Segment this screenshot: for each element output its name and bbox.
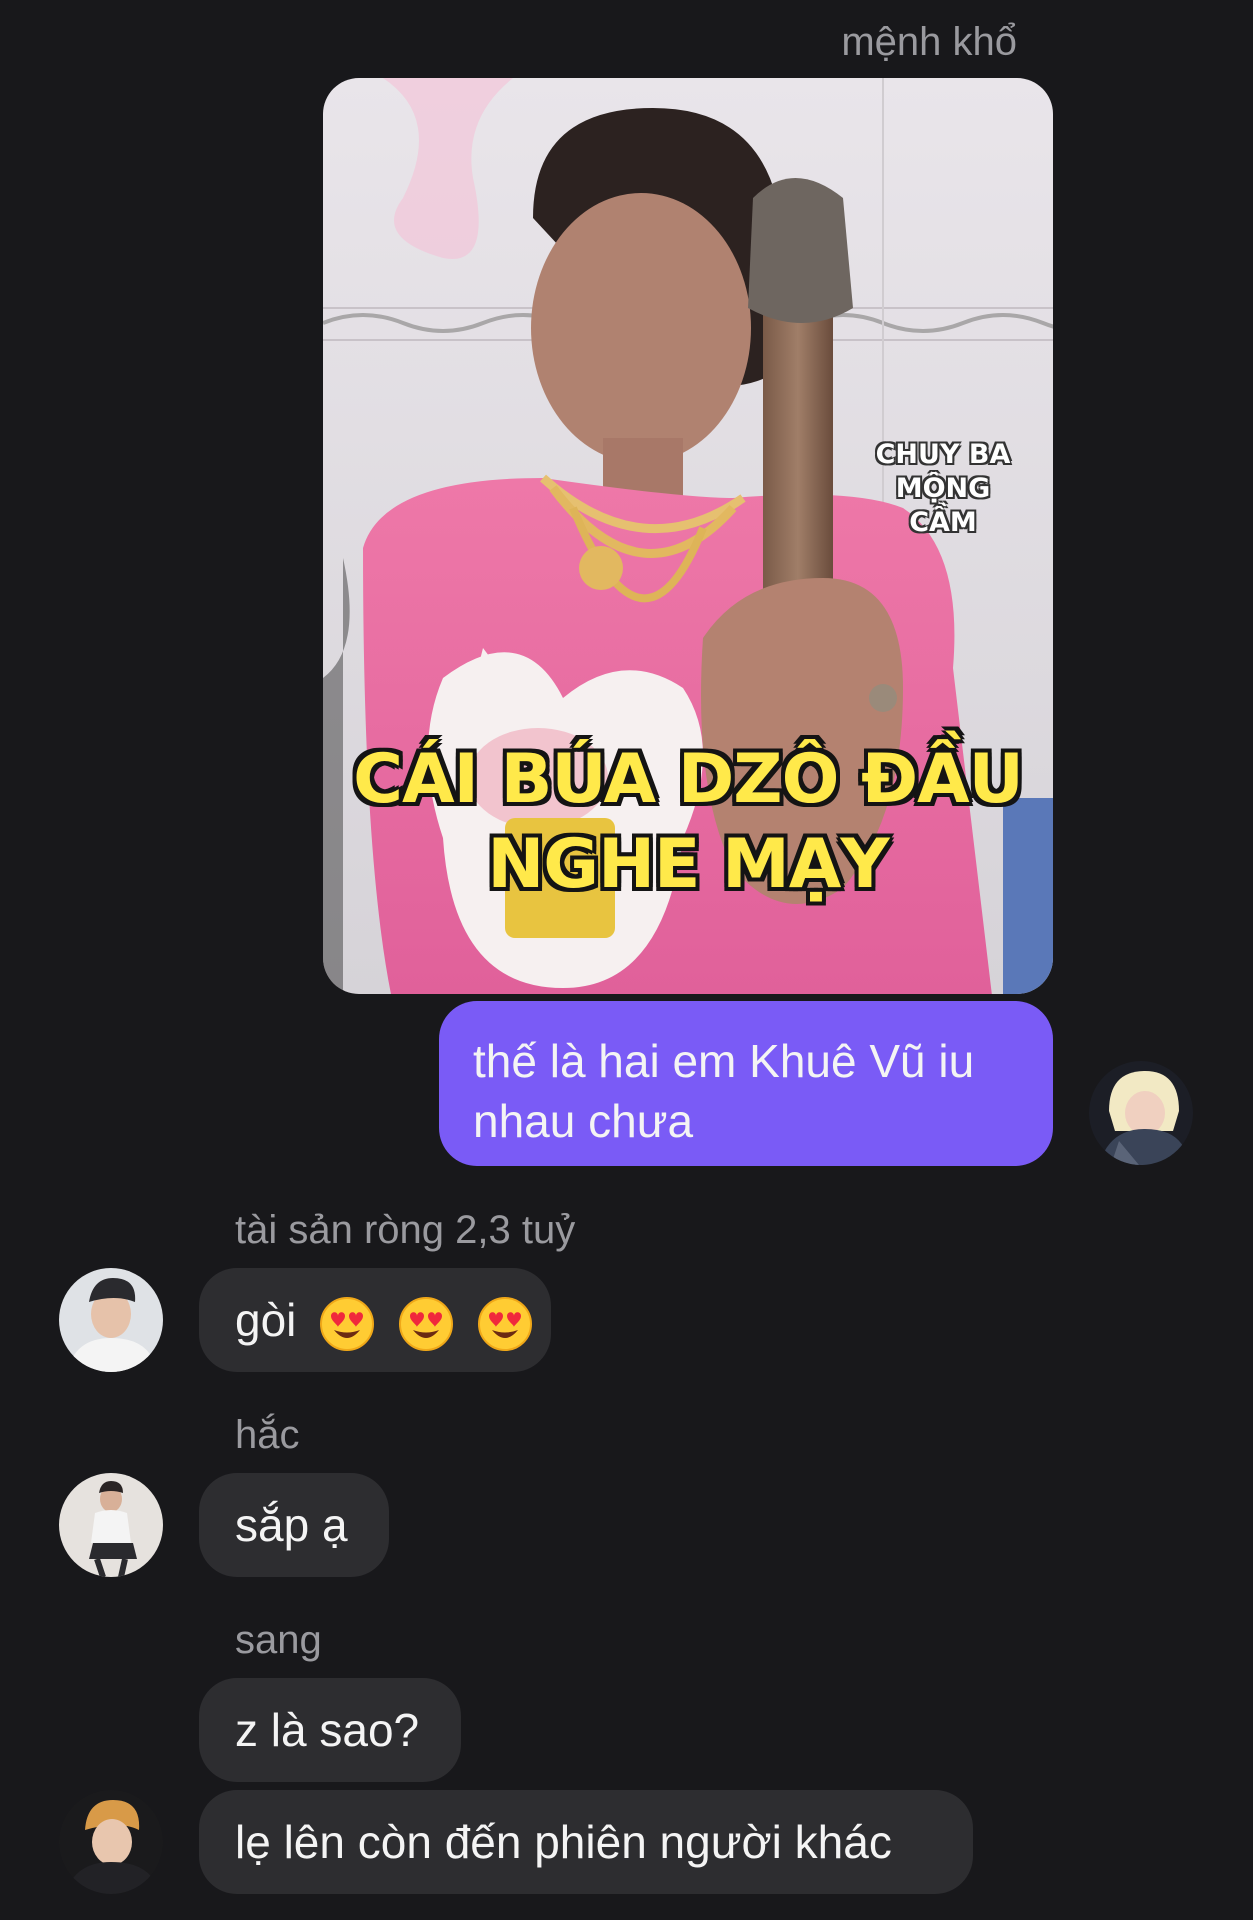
image-caption-line2: NGHE MẠY: [487, 825, 889, 904]
image-caption-line1: CÁI BÚA DZÔ ĐẦU: [353, 740, 1024, 819]
heart-eyes-emoji-icon: [477, 1296, 532, 1351]
avatar-reply2-image: [59, 1473, 163, 1577]
message-text-reply2: sắp ạ: [235, 1499, 348, 1551]
image-watermark-line2: MỘNG CẦM: [895, 473, 991, 538]
heart-eyes-emoji-icon: [320, 1296, 375, 1351]
message-bubble-reply3a[interactable]: z là sao?: [199, 1678, 461, 1782]
avatar-reply3-user[interactable]: [59, 1790, 163, 1894]
avatar-reply3-image: [59, 1790, 163, 1894]
message-bubble-outgoing[interactable]: thế là hai em Khuê Vũ iu nhau chưa: [439, 1001, 1053, 1166]
sender-name-reply1: tài sản ròng 2,3 tuỷ: [235, 1208, 576, 1252]
heart-eyes-emoji-icon: [398, 1296, 453, 1351]
message-text-reply3b: lẹ lên còn đến phiên người khác: [235, 1816, 892, 1868]
image-watermark-line1: CHUY BA: [875, 439, 1011, 470]
image-watermark: CHUY BA MỘNG CẦM: [863, 438, 1023, 540]
avatar-reply1-image: [59, 1268, 163, 1372]
message-text-reply1: gòi: [235, 1294, 297, 1346]
avatar-reply2-user[interactable]: [59, 1473, 163, 1577]
shared-meme-image[interactable]: CHUY BA MỘNG CẦM CÁI BÚA DZÔ ĐẦU NGHE MẠ…: [323, 78, 1053, 994]
message-bubble-reply2[interactable]: sắp ạ: [199, 1473, 389, 1577]
sender-name-outgoing: mệnh khổ: [841, 20, 1017, 64]
message-bubble-reply1[interactable]: gòi: [199, 1268, 551, 1372]
avatar-reply1-user[interactable]: [59, 1268, 163, 1372]
message-text-outgoing: thế là hai em Khuê Vũ iu nhau chưa: [473, 1035, 975, 1147]
message-bubble-reply3b[interactable]: lẹ lên còn đến phiên người khác: [199, 1790, 973, 1894]
avatar-outgoing-user[interactable]: [1089, 1061, 1193, 1165]
avatar-outgoing-image: [1089, 1061, 1193, 1165]
message-text-reply3a: z là sao?: [235, 1704, 420, 1756]
sender-name-reply3: sang: [235, 1618, 322, 1662]
sender-name-reply2: hắc: [235, 1413, 300, 1457]
